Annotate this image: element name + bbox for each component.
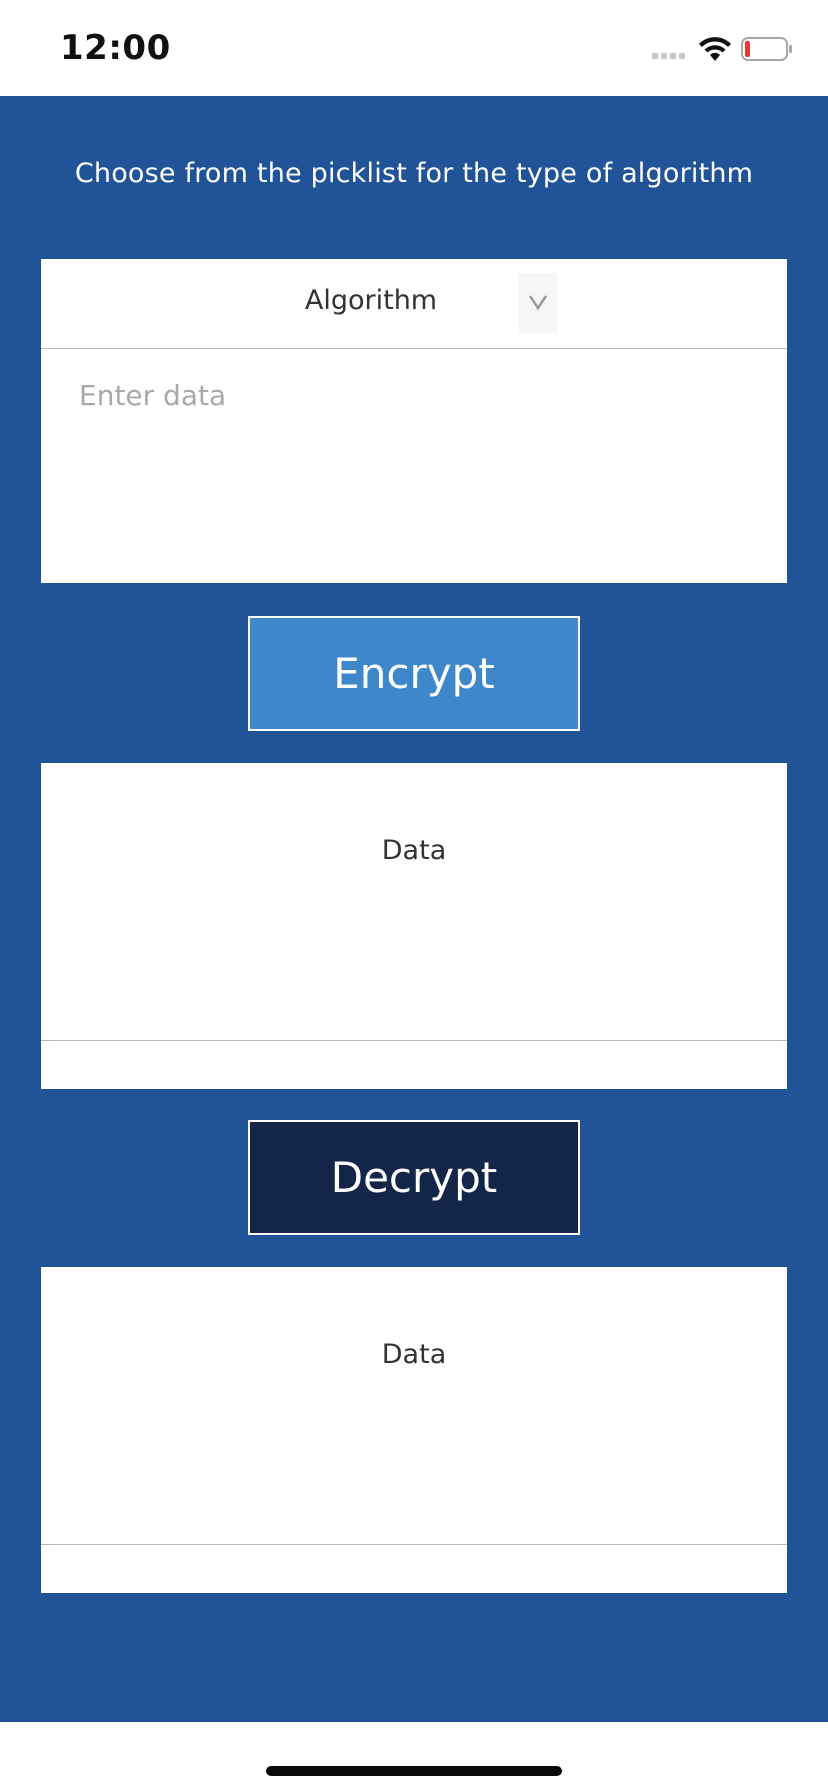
status-time: 12:00 — [60, 28, 171, 68]
decrypted-output-card: Data — [41, 1267, 787, 1593]
algorithm-picker[interactable]: Algorithm — [41, 259, 787, 349]
home-area — [0, 1722, 828, 1792]
algorithm-picker-label: Algorithm — [304, 285, 438, 316]
encrypted-output-card: Data — [41, 763, 787, 1089]
input-card: Algorithm — [41, 259, 787, 583]
decrypt-button[interactable]: Decrypt — [248, 1120, 580, 1235]
decrypted-output-label: Data — [381, 1339, 447, 1370]
cellular-signal-icon — [652, 53, 685, 59]
encrypted-output-label: Data — [381, 835, 447, 866]
encrypted-output-divider — [41, 1040, 787, 1041]
instruction-text: Choose from the picklist for the type of… — [74, 158, 754, 189]
encrypt-button[interactable]: Encrypt — [248, 616, 580, 731]
home-indicator[interactable] — [266, 1766, 562, 1776]
main-content: Choose from the picklist for the type of… — [0, 96, 828, 1722]
data-input[interactable] — [41, 349, 787, 583]
status-bar: 12:00 — [0, 0, 828, 96]
battery-icon — [741, 37, 792, 61]
chevron-down-icon[interactable] — [519, 273, 557, 333]
wifi-icon — [699, 37, 731, 61]
decrypted-output-divider — [41, 1544, 787, 1545]
